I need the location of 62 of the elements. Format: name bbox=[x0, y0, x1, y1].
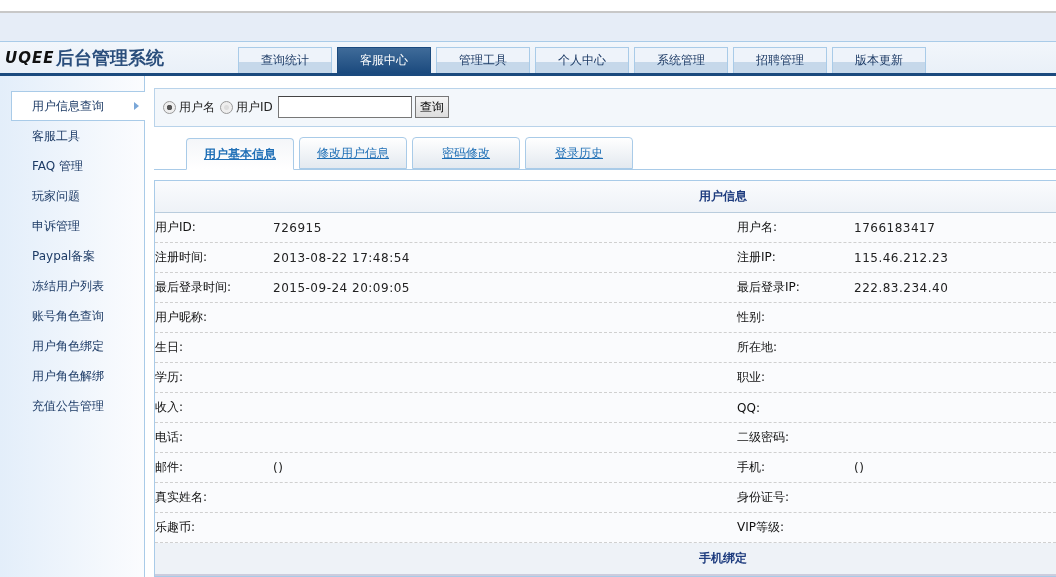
field-label: 手机: bbox=[737, 459, 767, 476]
field-label: 身份证号: bbox=[737, 489, 791, 506]
nav-tab[interactable]: 招聘管理 bbox=[733, 47, 827, 73]
nav-tab[interactable]: 管理工具 bbox=[436, 47, 530, 73]
field-label: 收入: bbox=[155, 399, 185, 416]
sidebar-item[interactable]: 用户信息查询 bbox=[11, 91, 145, 121]
tab[interactable]: 修改用户信息 bbox=[299, 137, 407, 169]
field-label: 最后登录IP: bbox=[737, 279, 801, 296]
field-value: 222.83.234.40 bbox=[854, 280, 950, 295]
logo-title: 后台管理系统 bbox=[56, 45, 165, 70]
nav-tab[interactable]: 版本更新 bbox=[832, 47, 926, 73]
sidebar-item[interactable]: 用户角色绑定 bbox=[11, 331, 144, 361]
sidebar-item[interactable]: 冻结用户列表 bbox=[11, 271, 144, 301]
field-label: 生日: bbox=[155, 339, 185, 356]
field-label: 最后登录时间: bbox=[155, 279, 233, 296]
field-label: 邮件: bbox=[155, 459, 185, 476]
sidebar-item[interactable]: 客服工具 bbox=[11, 121, 144, 151]
field-value: 726915 bbox=[273, 220, 323, 235]
sidebar-item[interactable]: 充值公告管理 bbox=[11, 391, 144, 421]
field-label: 用户名: bbox=[737, 219, 779, 236]
tab[interactable]: 用户基本信息 bbox=[186, 138, 294, 170]
radio-label: 用户ID bbox=[236, 98, 273, 116]
section-title: 手机绑定 bbox=[155, 543, 1056, 576]
field-label: 所在地: bbox=[737, 339, 779, 356]
field-value: 2013-08-22 17:48:54 bbox=[273, 250, 411, 265]
field-label: 性别: bbox=[737, 309, 767, 326]
field-label: 注册IP: bbox=[737, 249, 777, 266]
tab[interactable]: 登录历史 bbox=[525, 137, 633, 169]
field-value: 1766183417 bbox=[854, 220, 937, 235]
nav-tab[interactable]: 查询统计 bbox=[238, 47, 332, 73]
tab[interactable]: 密码修改 bbox=[412, 137, 520, 169]
field-label: 二级密码: bbox=[737, 429, 791, 446]
field-label: QQ: bbox=[737, 400, 761, 415]
field-value: () bbox=[854, 460, 866, 475]
field-value: 2015-09-24 20:09:05 bbox=[273, 280, 411, 295]
radio-label: 用户名 bbox=[179, 98, 215, 116]
field-label: VIP等级: bbox=[737, 519, 786, 536]
field-label: 学历: bbox=[155, 369, 185, 386]
sidebar-item[interactable]: FAQ 管理 bbox=[11, 151, 144, 181]
field-label: 真实姓名: bbox=[155, 489, 209, 506]
sidebar-item[interactable]: 用户角色解绑 bbox=[11, 361, 144, 391]
field-label: 电话: bbox=[155, 429, 185, 446]
sidebar-item[interactable]: 申诉管理 bbox=[11, 211, 144, 241]
nav-tab[interactable]: 系统管理 bbox=[634, 47, 728, 73]
search-field[interactable] bbox=[277, 96, 412, 119]
field-label: 乐趣币: bbox=[155, 519, 197, 536]
field-value: 115.46.212.23 bbox=[854, 250, 950, 265]
nav-tab[interactable]: 个人中心 bbox=[535, 47, 629, 73]
field-label: 用户ID: bbox=[155, 219, 197, 236]
field-value: () bbox=[273, 460, 285, 475]
field-label: 职业: bbox=[737, 369, 767, 386]
radio-button[interactable] bbox=[163, 100, 176, 114]
sidebar-item[interactable]: 玩家问题 bbox=[11, 181, 144, 211]
sidebar-item[interactable]: Paypal备案 bbox=[11, 241, 144, 271]
sidebar-item[interactable]: 账号角色查询 bbox=[11, 301, 144, 331]
nav-tab[interactable]: 客服中心 bbox=[337, 47, 431, 73]
field-label: 用户昵称: bbox=[155, 309, 209, 326]
query-button[interactable]: 查询 bbox=[414, 96, 449, 119]
caret-icon bbox=[134, 102, 139, 110]
field-label: 注册时间: bbox=[155, 249, 209, 266]
logo-brand: UQEE bbox=[5, 48, 55, 67]
radio-button[interactable] bbox=[220, 100, 233, 114]
